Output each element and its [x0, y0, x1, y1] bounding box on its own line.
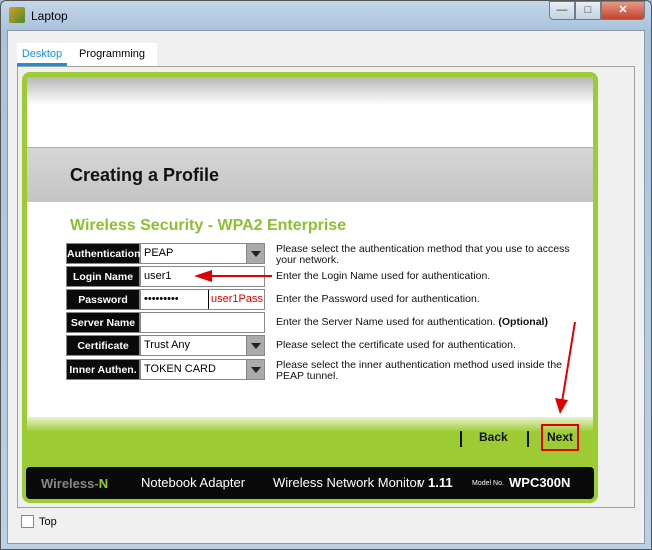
close-button[interactable]: ✕: [601, 1, 645, 20]
annotation-arrows: [194, 270, 576, 414]
client-area: Desktop Programming Creating a Profile W…: [7, 30, 645, 544]
arrow-next: [561, 321, 576, 403]
wireless-monitor: Creating a Profile Wireless Security - W…: [22, 72, 598, 503]
minimize-button[interactable]: —: [549, 1, 575, 20]
window: Laptop — □ ✕ Desktop Programming Creatin…: [0, 0, 652, 550]
tab-desktop[interactable]: Desktop: [17, 43, 67, 66]
top-checkbox-label: Top: [39, 516, 57, 528]
top-checkbox[interactable]: [21, 515, 34, 528]
tab-programming[interactable]: Programming: [67, 43, 157, 66]
window-title: Laptop: [31, 9, 68, 23]
laptop-app-icon: [9, 7, 25, 23]
maximize-button[interactable]: □: [575, 1, 601, 20]
